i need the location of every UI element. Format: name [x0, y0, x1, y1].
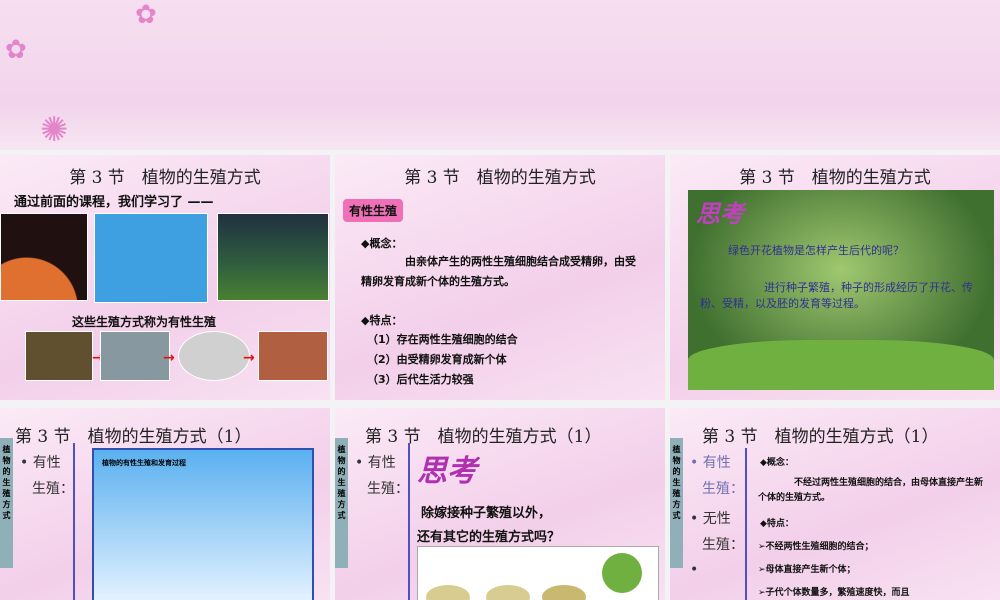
- concept-label: ◆概念：: [361, 237, 403, 250]
- bullet-sexual: • 有性: [355, 455, 396, 471]
- bullet-sexual-cont: 生殖：: [702, 481, 744, 497]
- slide-thumbnail-3[interactable]: 第 3 节 植物的生殖方式 思考 绿色开花植物是怎样产生后代的呢？ 进行种子繁殖…: [670, 155, 1000, 400]
- flower-icon: ✺: [40, 110, 69, 150]
- bullet-sexual-cont: 生殖：: [367, 481, 409, 497]
- top-banner: ✿ ✿ ✺: [0, 0, 1000, 150]
- frog-eggs-image: [100, 331, 170, 381]
- concept-text: 由亲体产生的两性生殖细胞结合成受精卵，由受精卵发育成新个体的生殖方式。: [361, 255, 636, 288]
- feature-item: ➢子代个体数量多，繁殖速度快，而且: [758, 588, 910, 598]
- slide-thumbnail-6[interactable]: 第 3 节 植物的生殖方式（1） 植物的生殖方式 • 有性 生殖： • 无性 生…: [670, 408, 1000, 600]
- flower-icon: ✿: [135, 0, 157, 30]
- divider: [745, 448, 747, 600]
- concept-text: 不经过两性生殖细胞的结合，由母体直接产生新个体的生殖方式。: [758, 478, 984, 503]
- slide-title: 第 3 节 植物的生殖方式: [739, 168, 931, 188]
- slide-title: 第 3 节 植物的生殖方式: [69, 168, 261, 188]
- slide-title: 第 3 节 植物的生殖方式（1）: [15, 427, 252, 447]
- slide-thumbnail-2[interactable]: 第 3 节 植物的生殖方式 有性生殖 ◆概念： 由亲体产生的两性生殖细胞结合成受…: [335, 155, 665, 400]
- sperm-egg-image: [0, 213, 88, 301]
- feature-item: ➢不经两性生殖细胞的结合；: [758, 542, 874, 552]
- slide-thumbnail-5[interactable]: 第 3 节 植物的生殖方式（1） 植物的生殖方式 • 有性 生殖： 思考 除嫁接…: [335, 408, 665, 600]
- intro-text: 通过前面的课程，我们学习了 ——: [14, 195, 214, 210]
- bullet-empty: •: [690, 562, 699, 578]
- divider: [408, 443, 410, 600]
- silkworm-moth-image: [94, 213, 208, 303]
- diagram-title: 植物的有性生殖和发育过程: [102, 459, 186, 467]
- question-line: 还有其它的生殖方式吗？: [417, 530, 561, 545]
- think-heading: 思考: [417, 454, 477, 489]
- feature-item: （3）后代生活力较强: [367, 373, 474, 386]
- divider: [73, 443, 75, 600]
- feature-label: ◆特点：: [361, 314, 403, 327]
- section-tag: 有性生殖: [343, 199, 404, 222]
- bullet-asexual-cont: 生殖：: [702, 537, 744, 553]
- seed-germination-image: [417, 546, 659, 600]
- side-label: 植物的生殖方式: [670, 438, 683, 568]
- feature-label: ◆特点：: [760, 519, 794, 529]
- diagram-box: 植物的有性生殖和发育过程: [92, 448, 314, 600]
- slide-thumbnail-4[interactable]: 第 3 节 植物的生殖方式（1） 植物的生殖方式 • 有性 生殖： 植物的有性生…: [0, 408, 330, 600]
- seedling-image: 思考 绿色开花植物是怎样产生后代的呢？ 进行种子繁殖，种子的形成经历了开花、传粉…: [688, 190, 994, 390]
- peacock-image: [217, 213, 329, 301]
- side-label: 植物的生殖方式: [0, 438, 13, 568]
- think-heading: 思考: [696, 200, 744, 228]
- question-line: 除嫁接种子繁殖以外，: [421, 506, 552, 521]
- concept-label: ◆概念：: [760, 458, 794, 468]
- slide-title: 第 3 节 植物的生殖方式（1）: [365, 427, 602, 447]
- caption-text: 这些生殖方式称为有性生殖: [72, 315, 217, 329]
- bullet-sexual: • 有性: [690, 455, 731, 471]
- bullet-sexual: • 有性: [20, 455, 61, 471]
- tadpole-image: [178, 331, 250, 381]
- answer-text: 进行种子繁殖，种子的形成经历了开花、传粉、受精，以及胚的发育等过程。: [700, 281, 973, 310]
- slide-thumbnail-1[interactable]: 第 3 节 植物的生殖方式 通过前面的课程，我们学习了 —— 这些生殖方式称为有…: [0, 155, 330, 400]
- feature-item: （2）由受精卵发育成新个体: [367, 353, 507, 366]
- flower-icon: ✿: [5, 35, 27, 65]
- question-text: 绿色开花植物是怎样产生后代的呢？: [728, 244, 904, 257]
- slide-title: 第 3 节 植物的生殖方式: [404, 168, 596, 188]
- feature-item: （1）存在两性生殖细胞的结合: [367, 333, 518, 346]
- bullet-sexual-cont: 生殖：: [32, 481, 74, 497]
- side-label: 植物的生殖方式: [335, 438, 348, 568]
- slide-title: 第 3 节 植物的生殖方式（1）: [702, 427, 939, 447]
- adult-frog-image: [258, 331, 328, 381]
- bullet-asexual: • 无性: [690, 511, 731, 527]
- frog-image: [25, 331, 93, 381]
- feature-item: ➢母体直接产生新个体；: [758, 565, 856, 575]
